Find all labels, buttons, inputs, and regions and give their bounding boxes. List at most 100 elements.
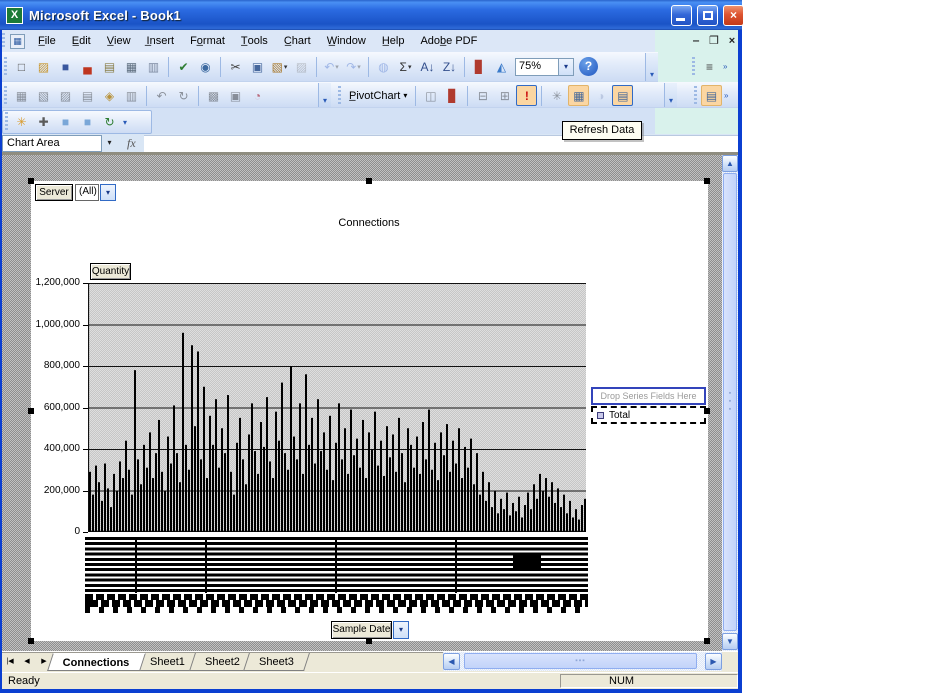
toolbar-grip[interactable] [692, 57, 695, 77]
autosum-icon[interactable]: Σ▾ [395, 56, 416, 77]
more-buttons-chevron[interactable]: » [724, 91, 728, 100]
refresh-data-small-icon[interactable]: ↻ [99, 112, 120, 133]
chart-wizard-icon[interactable]: ▊ [469, 56, 490, 77]
research-icon[interactable]: ◉ [195, 56, 216, 77]
menu-chart[interactable]: C̲hart [276, 32, 319, 50]
doc-minimize-button[interactable]: ‒ [688, 35, 704, 49]
query-parameters-icon[interactable]: ■ [55, 112, 76, 133]
toolbar-options-chevron[interactable]: ▾ [645, 53, 658, 81]
toolbar-options-chevron[interactable]: ▾ [318, 83, 331, 107]
help-icon[interactable]: ? [579, 57, 598, 76]
title-bar[interactable]: X Microsoft Excel - Book1 [0, 0, 742, 30]
scroll-left-button[interactable]: ◀ [443, 653, 460, 670]
sheet-tab-connections[interactable]: Connections [47, 653, 145, 671]
field-list-icon[interactable]: ▤ [612, 85, 633, 106]
drawing-icon[interactable]: ◭ [491, 56, 512, 77]
close-button[interactable]: × [723, 5, 744, 26]
open-icon[interactable]: ▨ [33, 56, 54, 77]
zoom-value[interactable]: 75% [515, 58, 559, 76]
align-left-icon[interactable]: ≡ [699, 56, 720, 77]
more-buttons-chevron[interactable]: » [723, 62, 727, 71]
zoom-combobox[interactable]: 75% ▾ [515, 58, 574, 76]
cut-icon[interactable]: ✂ [225, 56, 246, 77]
server-field-button[interactable]: Server [35, 184, 73, 201]
always-display-items-icon[interactable]: ▦ [568, 85, 589, 106]
menu-window[interactable]: W̲indow [319, 32, 374, 50]
spelling-icon[interactable]: ✔ [173, 56, 194, 77]
toolbar-grip[interactable] [694, 86, 697, 106]
toolbar-options-chevron[interactable]: ▾ [664, 83, 677, 107]
menu-grip[interactable] [2, 33, 5, 49]
chart-selection-handle[interactable] [28, 178, 34, 184]
chart-selection-handle[interactable] [28, 638, 34, 644]
chart-selection-handle[interactable] [704, 408, 710, 414]
vertical-scrollbar-thumb[interactable]: ▪▪▪ [723, 173, 737, 631]
attach-icon[interactable]: ◔ [247, 85, 268, 106]
scroll-right-button[interactable]: ▶ [705, 653, 722, 670]
window-border [0, 30, 2, 690]
toolbar-grip[interactable] [4, 57, 7, 77]
chart-title[interactable]: Connections [269, 217, 469, 229]
new-icon[interactable]: □ [11, 56, 32, 77]
server-filter-dropdown-icon[interactable]: ▾ [100, 184, 116, 201]
paste-icon[interactable]: ▧▾ [269, 56, 290, 77]
doc-restore-button[interactable]: ❐ [706, 35, 722, 49]
data-range-properties-icon[interactable]: ✚ [33, 112, 54, 133]
scroll-up-button[interactable]: ▲ [722, 155, 738, 172]
menu-file[interactable]: F̲ile [30, 32, 64, 50]
menu-help[interactable]: H̲elp [374, 32, 413, 50]
zoom-dropdown-icon[interactable]: ▾ [559, 58, 574, 76]
chart-selection-handle[interactable] [366, 638, 372, 644]
mail-icon[interactable]: ▤ [99, 56, 120, 77]
horizontal-scrollbar-thumb[interactable]: ▪▪▪ [464, 653, 697, 669]
sample-date-field-button[interactable]: Sample Date [331, 621, 392, 639]
edit-query-icon[interactable]: ✳ [11, 112, 32, 133]
edit-query2-icon[interactable]: ■ [77, 112, 98, 133]
quantity-field-button[interactable]: Quantity [90, 263, 131, 280]
menu-insert[interactable]: I̲nsert [139, 32, 183, 50]
chart-wizard2-icon[interactable]: ▊ [442, 85, 463, 106]
formula-input[interactable] [144, 135, 742, 152]
y-axis-tick-label: 0 [10, 526, 80, 538]
toolbar-grip[interactable] [4, 86, 7, 106]
minimize-button[interactable] [671, 5, 692, 26]
tab-scroll-button-0[interactable]: |◀ [2, 654, 18, 670]
toolbar-grip[interactable] [5, 112, 8, 132]
menu-view[interactable]: V̲iew [99, 32, 139, 50]
sample-date-dropdown-icon[interactable]: ▾ [393, 621, 409, 639]
drop-series-fields-zone[interactable]: Drop Series Fields Here [591, 387, 706, 405]
pivot-group-icon[interactable]: ◈ [99, 85, 120, 106]
toolbar-options-chevron[interactable]: ▾ [123, 118, 127, 127]
menu-tools[interactable]: T̲ools [233, 32, 276, 50]
menu-edit[interactable]: E̲dit [64, 32, 99, 50]
plot-area[interactable] [88, 283, 586, 532]
pivotchart-menu[interactable]: P̲ivotChart▾ [345, 88, 411, 104]
refresh-data-icon[interactable]: ! [516, 85, 537, 106]
name-box[interactable]: Chart Area [2, 135, 102, 152]
pdf-icon[interactable]: ▄ [77, 56, 98, 77]
chart-selection-handle[interactable] [704, 638, 710, 644]
print-preview-icon[interactable]: ▥ [143, 56, 164, 77]
chart-selection-handle[interactable] [366, 178, 372, 184]
name-box-dropdown-icon[interactable]: ▾ [102, 135, 117, 152]
sheet-tab-sheet3[interactable]: Sheet3 [243, 653, 310, 671]
format-painter-icon: ▨ [291, 56, 312, 77]
menu-adobe-pdf[interactable]: Adob̲e PDF [412, 32, 485, 50]
print-icon[interactable]: ▦ [121, 56, 142, 77]
save-icon[interactable]: ■ [55, 56, 76, 77]
chart-selection-handle[interactable] [28, 408, 34, 414]
excel-window: X Microsoft Excel - Book1 × ▦ F̲ileE̲dit… [0, 0, 742, 693]
server-filter-value[interactable]: (All) [75, 184, 99, 201]
legend[interactable]: Total [591, 406, 706, 424]
scroll-down-button[interactable]: ▼ [722, 633, 738, 650]
sort-descending-icon[interactable]: Z↓ [439, 56, 460, 77]
sort-ascending-icon[interactable]: A↓ [417, 56, 438, 77]
chart-selection-handle[interactable] [704, 178, 710, 184]
field-list-small-icon[interactable]: ▤ [701, 85, 722, 106]
insert-function-icon[interactable]: fx [127, 136, 136, 151]
restore-button[interactable] [697, 5, 718, 26]
toolbar-grip[interactable] [338, 86, 341, 106]
tab-scroll-button-1[interactable]: ◀ [19, 654, 35, 670]
copy-icon[interactable]: ▣ [247, 56, 268, 77]
menu-format[interactable]: Fo̲rmat [182, 32, 233, 50]
